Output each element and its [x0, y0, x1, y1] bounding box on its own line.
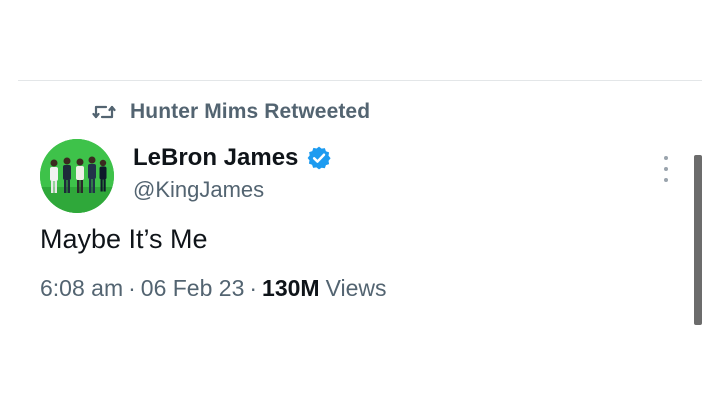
- avatar[interactable]: [40, 139, 114, 213]
- top-divider: [18, 80, 702, 81]
- scrollbar[interactable]: [694, 155, 702, 325]
- author-display-name[interactable]: LeBron James: [133, 144, 298, 172]
- retweet-icon: [92, 102, 116, 122]
- meta-separator: ·: [249, 275, 258, 301]
- verified-badge-icon: [306, 145, 332, 171]
- more-dot: [664, 167, 668, 171]
- views-count[interactable]: 130M: [262, 275, 320, 302]
- tweet-time[interactable]: 6:08 am: [40, 275, 123, 302]
- retweet-context[interactable]: Hunter Mims Retweeted: [92, 99, 370, 125]
- avatar-image: [40, 139, 114, 213]
- tweet-meta: 6:08 am · 06 Feb 23 · 130M Views: [40, 275, 387, 302]
- more-vertical-icon[interactable]: [656, 156, 676, 182]
- tweet-text: Maybe It’s Me: [40, 224, 208, 254]
- more-dot: [664, 178, 668, 182]
- author-handle[interactable]: @KingJames: [133, 177, 264, 203]
- author-name-row[interactable]: LeBron James: [133, 143, 332, 173]
- views-label: Views: [325, 275, 387, 301]
- retweeted-by-label: Hunter Mims Retweeted: [130, 100, 371, 123]
- more-dot: [664, 156, 668, 160]
- tweet-date[interactable]: 06 Feb 23: [141, 275, 245, 302]
- meta-separator: ·: [128, 275, 136, 301]
- tweet-screenshot: Hunter Mims Retweeted LeBron James @King…: [0, 0, 720, 404]
